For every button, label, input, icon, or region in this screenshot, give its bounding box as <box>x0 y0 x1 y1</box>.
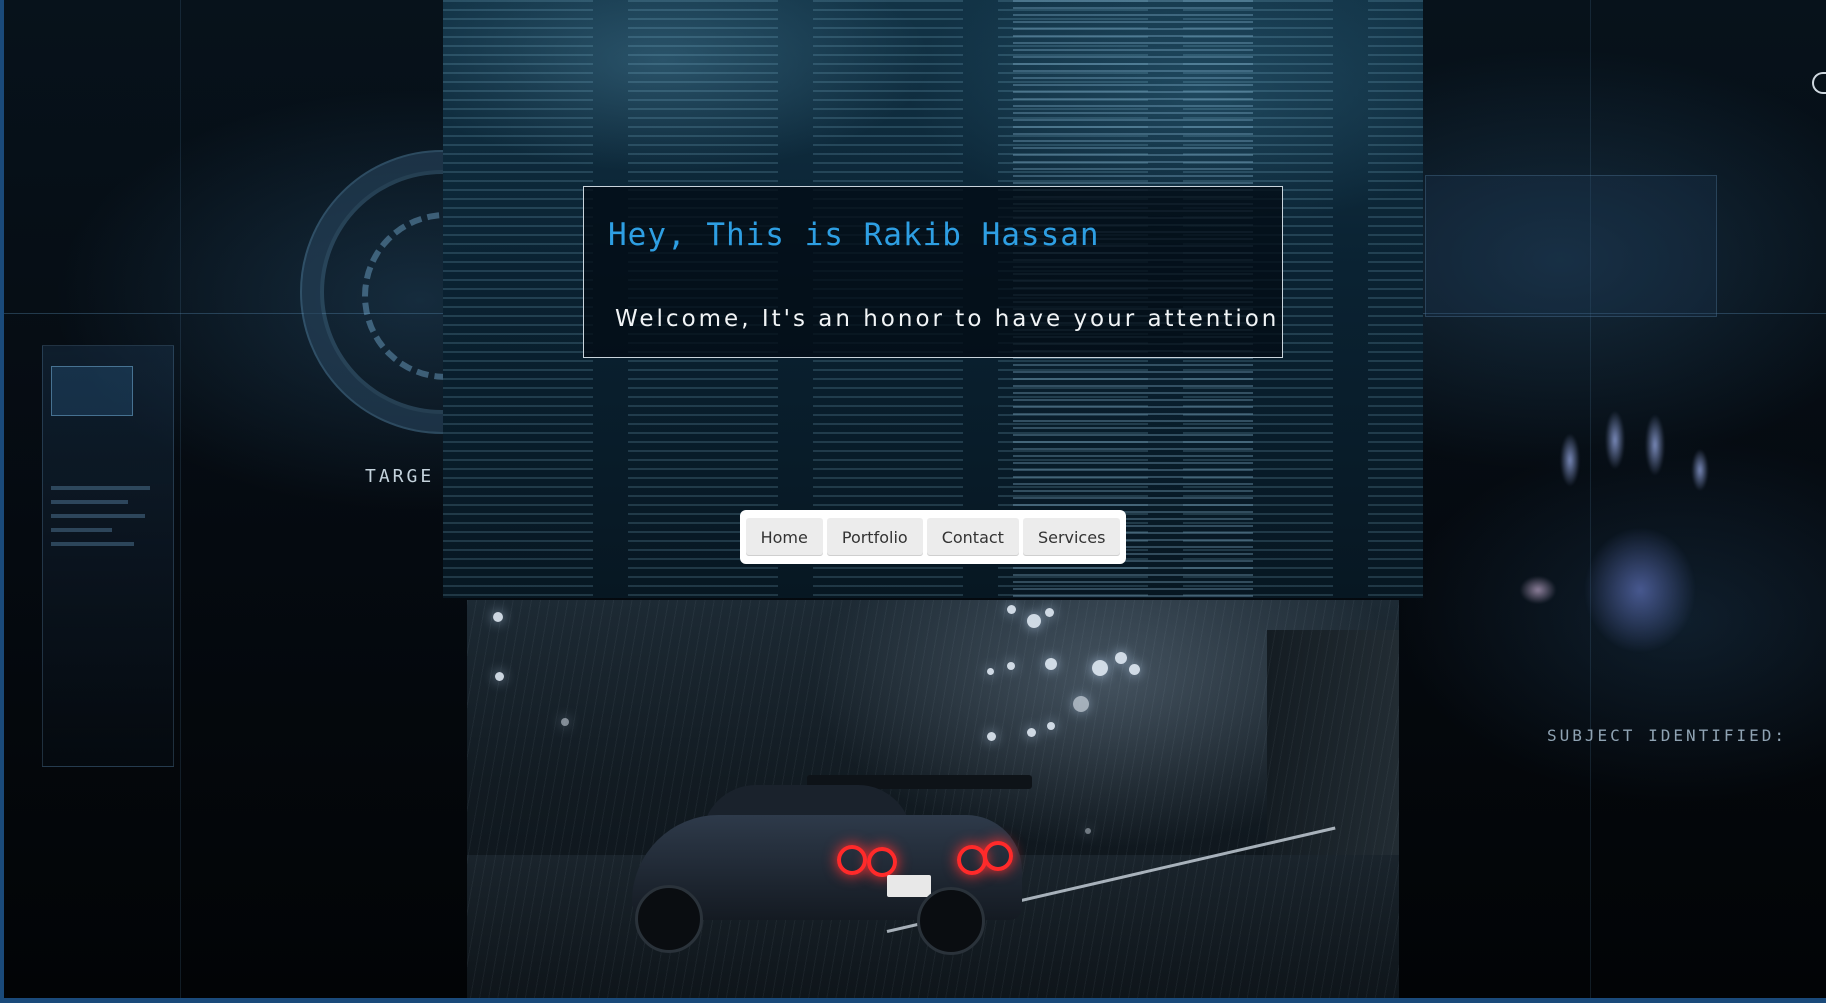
page-frame <box>0 0 1826 1003</box>
